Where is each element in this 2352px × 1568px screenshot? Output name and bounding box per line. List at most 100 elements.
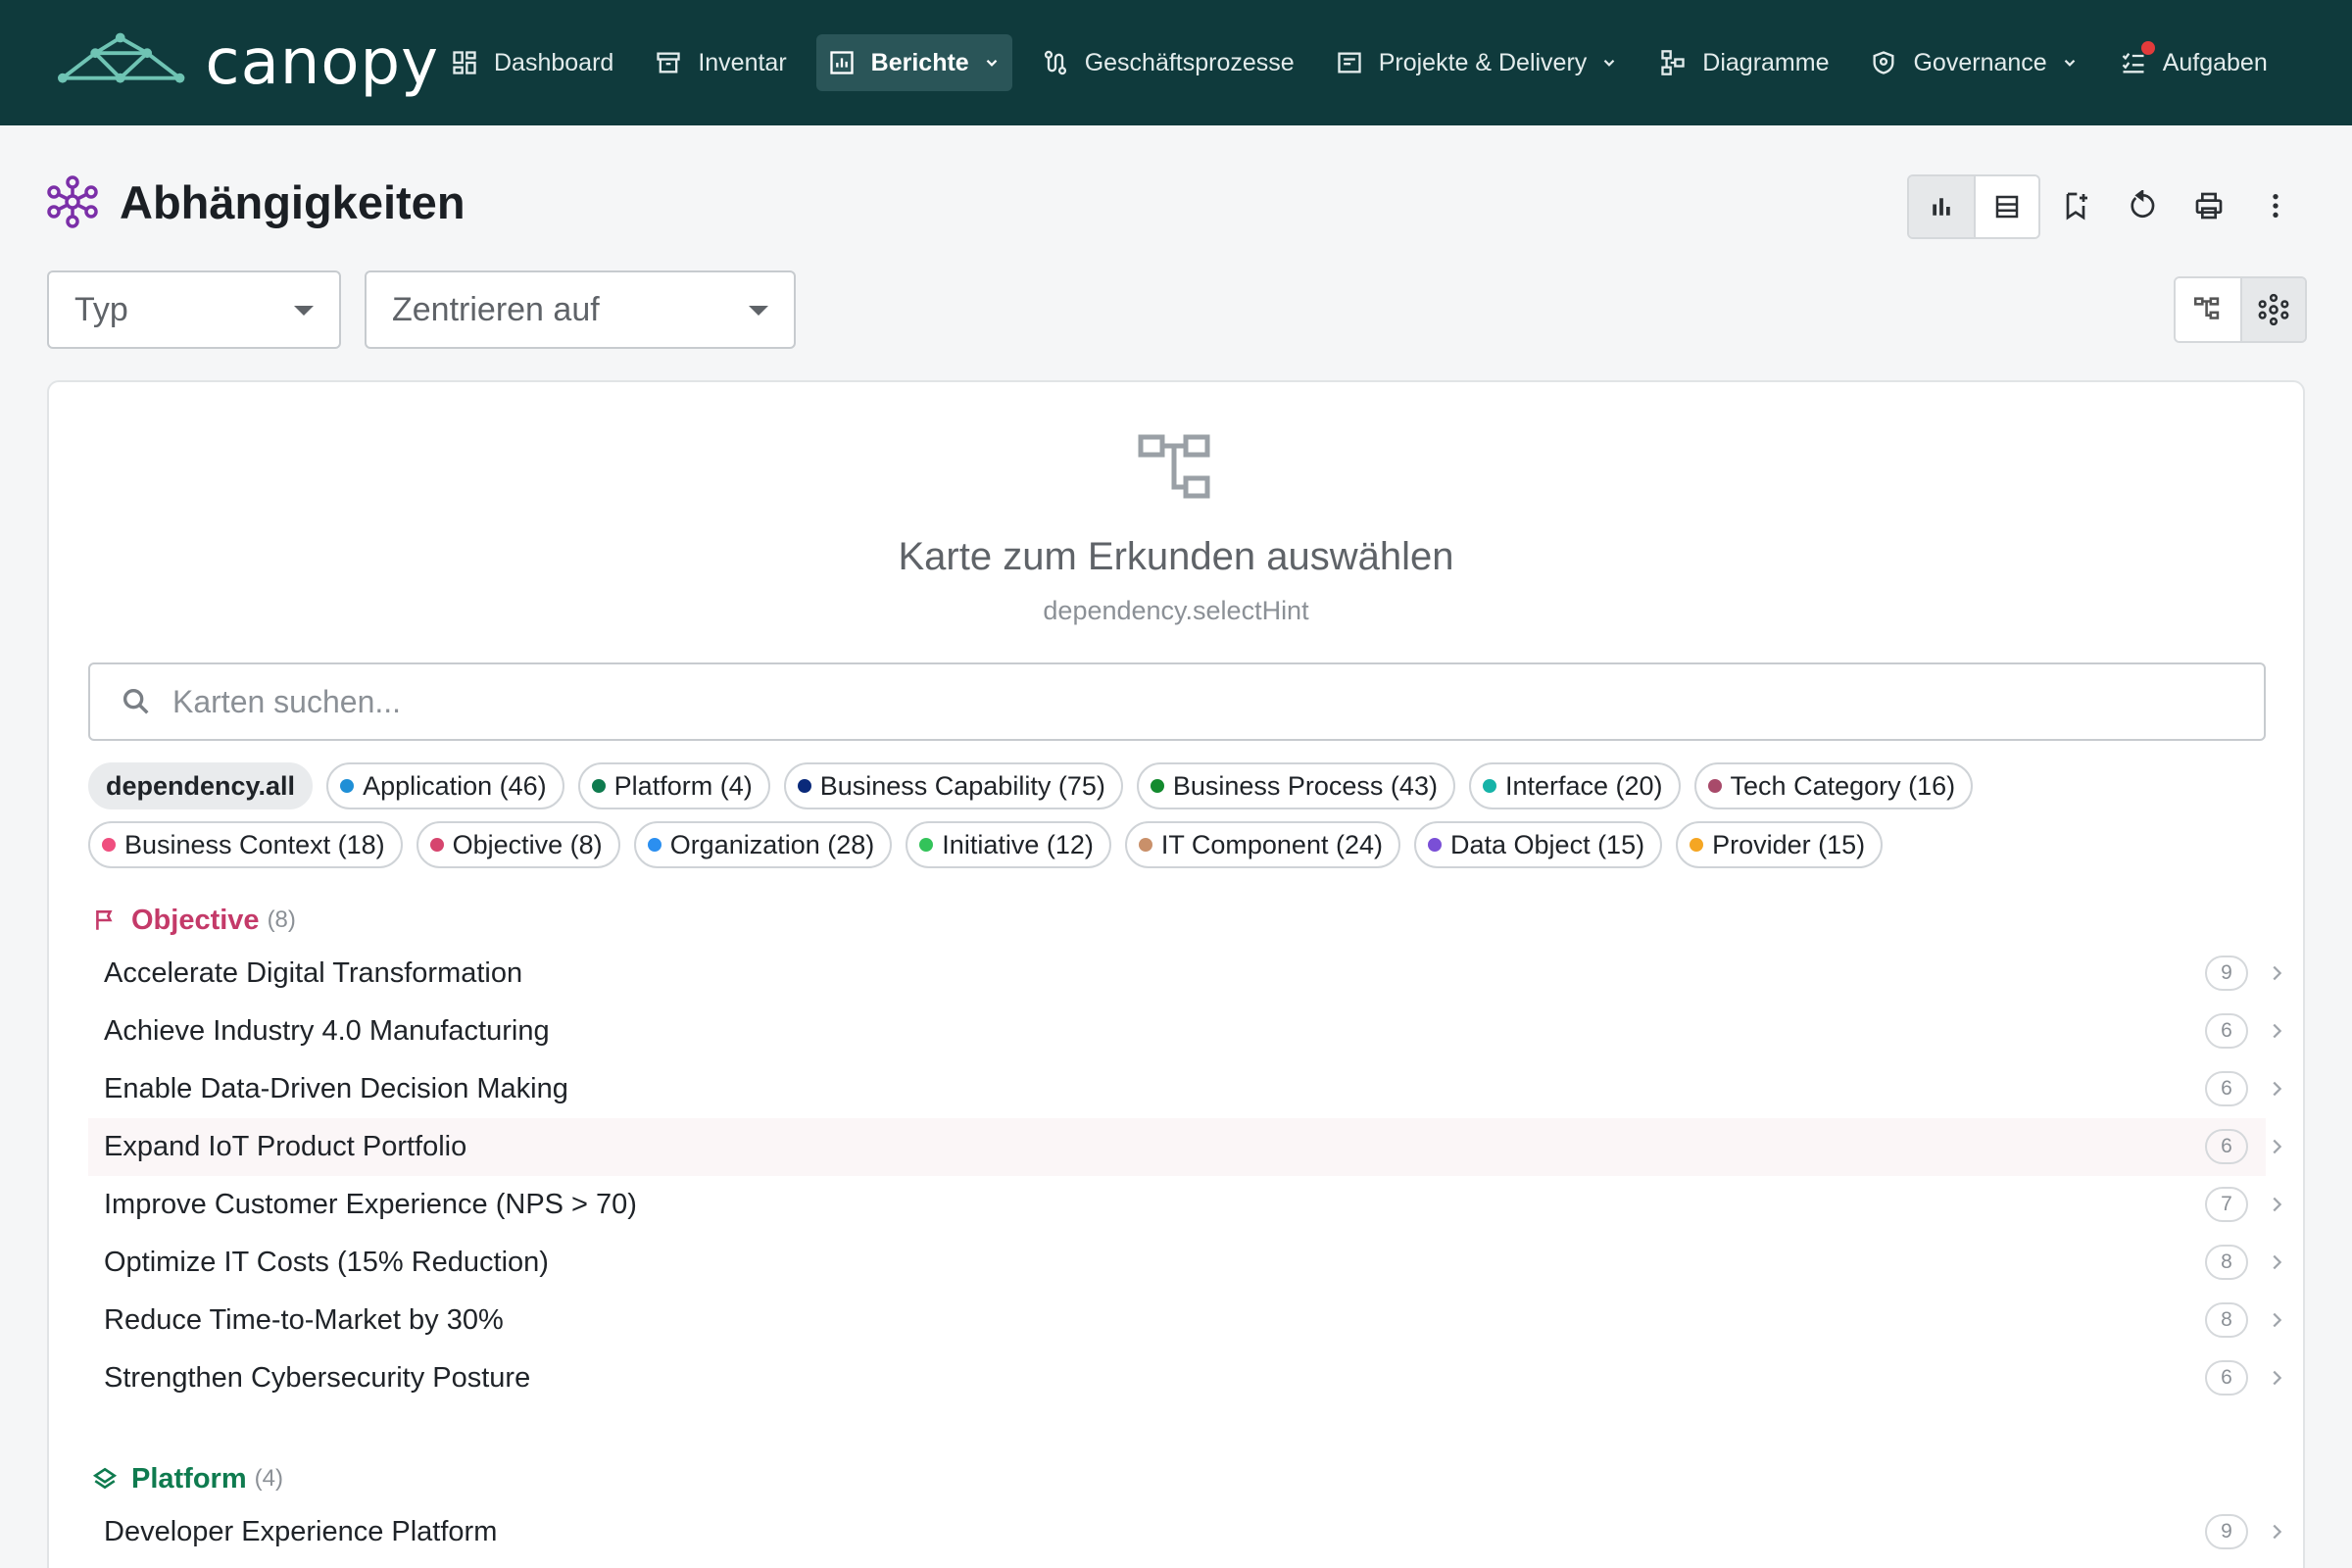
bookmark-add-button[interactable]: [2046, 176, 2105, 235]
nav-label: Berichte: [870, 48, 969, 76]
color-dot-icon: [1707, 779, 1722, 793]
page-heading: Abhängigkeiten: [120, 175, 466, 228]
filter-chip[interactable]: Interface (20): [1468, 762, 1681, 809]
section-platform: Platform (4) Developer Experience Platform…: [88, 1454, 2282, 1561]
section-header[interactable]: Objective (8): [88, 896, 2266, 945]
project-icon: [1336, 49, 1363, 76]
chip-label: Platform (4): [613, 770, 753, 801]
chevron-right-icon: [2273, 1370, 2282, 1386]
filter-chip[interactable]: Provider (15): [1676, 821, 1884, 868]
filter-chip[interactable]: Data Object (15): [1414, 821, 1663, 868]
print-button[interactable]: [2180, 176, 2238, 235]
nav-berichte[interactable]: Berichte: [815, 34, 1012, 91]
nav-aufgaben[interactable]: Aufgaben: [2108, 34, 2279, 91]
nav-label: Geschäftsprozesse: [1084, 48, 1295, 76]
table-view-button[interactable]: [1974, 176, 2038, 237]
card-list-item[interactable]: Optimize IT Costs (15% Reduction) 8: [88, 1234, 2282, 1292]
filter-chip[interactable]: Platform (4): [577, 762, 770, 809]
nav-projekte-delivery[interactable]: Projekte & Delivery: [1324, 34, 1631, 91]
center-select-placeholder: Zentrieren auf: [392, 290, 600, 328]
card-list-item[interactable]: Achieve Industry 4.0 Manufacturing 6: [88, 1003, 2282, 1060]
relation-count-badge: 6: [2205, 1013, 2248, 1049]
dependency-panel: Karte zum Erkunden auswählen dependency.…: [47, 380, 2305, 1568]
nav-inventar[interactable]: Inventar: [643, 34, 798, 91]
caret-down-icon: [749, 306, 768, 316]
filter-chip[interactable]: Business Context (18): [88, 821, 403, 868]
empty-state-hint: dependency.selectHint: [1043, 596, 1309, 625]
color-dot-icon: [1428, 838, 1442, 852]
filter-chip[interactable]: Organization (28): [633, 821, 893, 868]
more-vertical-icon: [2273, 194, 2278, 218]
filter-chip[interactable]: Business Capability (75): [783, 762, 1123, 809]
nav-dashboard[interactable]: Dashboard: [439, 34, 625, 91]
relation-count-badge: 9: [2205, 956, 2248, 991]
filter-chip[interactable]: Application (46): [326, 762, 564, 809]
chip-label: Application (46): [363, 770, 547, 801]
card-list-item[interactable]: Accelerate Digital Transformation 9: [88, 945, 2282, 1003]
filter-chip[interactable]: IT Component (24): [1124, 821, 1400, 868]
card-search-box[interactable]: [88, 662, 2266, 741]
chevron-right-icon: [2273, 1254, 2282, 1270]
relation-count-badge: 6: [2205, 1360, 2248, 1396]
print-icon: [2195, 192, 2223, 220]
color-dot-icon: [1690, 838, 1704, 852]
chevron-down-icon: [2061, 54, 2079, 72]
chip-label: Organization (28): [669, 829, 875, 859]
process-flow-icon: [1042, 49, 1069, 76]
filter-chip[interactable]: Initiative (12): [906, 821, 1111, 868]
card-name: Improve Customer Experience (NPS > 70): [104, 1189, 637, 1220]
chevron-right-icon: [2273, 965, 2282, 981]
chart-view-button[interactable]: [1909, 176, 1974, 237]
dependency-graph-icon: [47, 175, 98, 228]
nav-label: Inventar: [698, 48, 787, 76]
card-name: Accelerate Digital Transformation: [104, 957, 523, 989]
color-dot-icon: [591, 779, 606, 793]
chip-all[interactable]: dependency.all: [88, 762, 314, 809]
card-list-item[interactable]: Strengthen Cybersecurity Posture 6: [88, 1349, 2282, 1407]
card-search-input[interactable]: [172, 683, 2132, 720]
chip-label: dependency.all: [106, 770, 296, 801]
more-options-button[interactable]: [2246, 176, 2305, 235]
nav-geschaeftsprozesse[interactable]: Geschäftsprozesse: [1030, 34, 1306, 91]
card-list-item[interactable]: Reduce Time-to-Market by 30% 8: [88, 1292, 2282, 1349]
chevron-right-icon: [2273, 1081, 2282, 1097]
filter-chip[interactable]: Tech Category (16): [1693, 762, 1974, 809]
chip-label: Tech Category (16): [1730, 770, 1956, 801]
center-on-select[interactable]: Zentrieren auf: [365, 270, 796, 349]
diagram-icon: [1659, 49, 1687, 76]
nav-governance[interactable]: Governance: [1858, 34, 2089, 91]
filter-chip[interactable]: Business Process (43): [1136, 762, 1455, 809]
archive-icon: [655, 49, 682, 76]
chip-label: Interface (20): [1504, 770, 1663, 801]
chip-label: Data Object (15): [1450, 829, 1645, 859]
top-navigation-bar: canopy Dashboard Inventar Berichte Gesch…: [0, 0, 2352, 125]
card-list-item[interactable]: Expand IoT Product Portfolio 6: [88, 1118, 2282, 1176]
reset-icon: [2131, 190, 2155, 218]
notification-dot: [2140, 41, 2155, 55]
network-layout-button[interactable]: [2240, 278, 2305, 341]
hierarchy-icon: [1138, 434, 1210, 499]
relation-count-badge: 6: [2205, 1129, 2248, 1164]
chip-label: Business Context (18): [124, 829, 385, 859]
card-list-item[interactable]: Enable Data-Driven Decision Making 6: [88, 1060, 2282, 1118]
card-name: Reduce Time-to-Market by 30%: [104, 1304, 504, 1336]
type-select[interactable]: Typ: [47, 270, 341, 349]
card-list-item[interactable]: Developer Experience Platform 9: [88, 1503, 2282, 1561]
dashboard-icon: [451, 49, 478, 76]
reset-button[interactable]: [2113, 176, 2172, 235]
brand-logo[interactable]: canopy: [57, 26, 439, 99]
section-header[interactable]: Platform (4): [88, 1454, 2266, 1503]
color-dot-icon: [340, 779, 355, 793]
section-count: (8): [267, 906, 296, 933]
brand-name: canopy: [205, 26, 439, 99]
card-name: Strengthen Cybersecurity Posture: [104, 1362, 531, 1394]
chevron-right-icon: [2273, 1524, 2282, 1540]
nav-label: Aufgaben: [2162, 48, 2268, 76]
card-list-item[interactable]: Improve Customer Experience (NPS > 70) 7: [88, 1176, 2282, 1234]
chip-label: Objective (8): [452, 829, 603, 859]
tree-layout-button[interactable]: [2176, 278, 2240, 341]
filter-chip[interactable]: Objective (8): [416, 821, 620, 868]
bookmark-add-icon: [2066, 192, 2087, 220]
nav-diagramme[interactable]: Diagramme: [1647, 34, 1840, 91]
layout-toggle: [2174, 276, 2307, 343]
